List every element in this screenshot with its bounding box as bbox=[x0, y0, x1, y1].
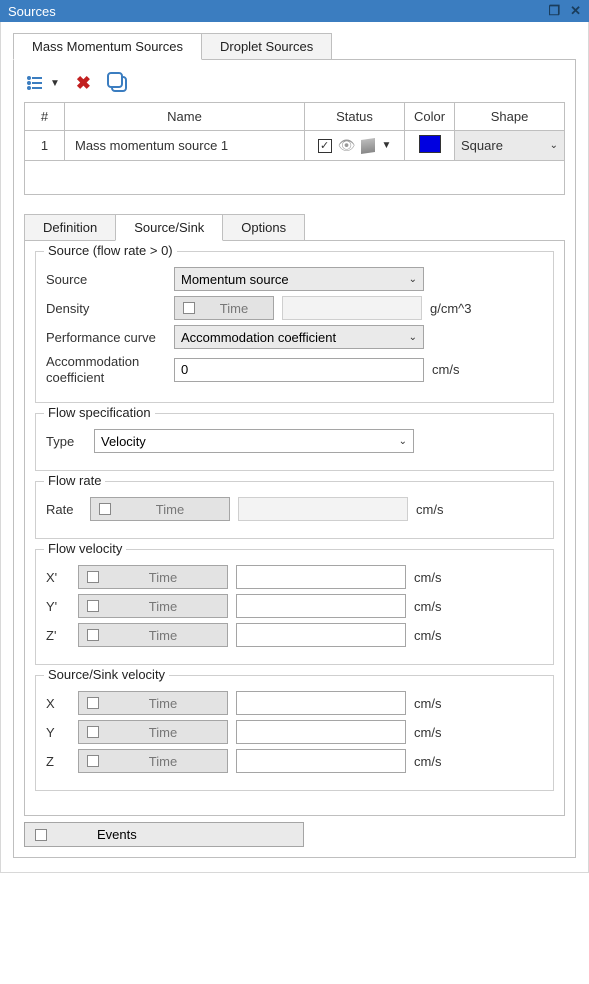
table-row[interactable]: 1 Mass momentum source 1 ✓ 👁 ▼ Squa bbox=[25, 131, 565, 161]
chevron-down-icon: ⌄ bbox=[550, 140, 558, 151]
density-time-button[interactable]: Time bbox=[174, 296, 274, 320]
sources-table: # Name Status Color Shape 1 Mass momentu… bbox=[24, 102, 565, 195]
tab-mass-momentum[interactable]: Mass Momentum Sources bbox=[13, 33, 202, 60]
top-tabs: Mass Momentum Sources Droplet Sources bbox=[13, 32, 576, 59]
accom-input[interactable]: 0 bbox=[174, 358, 424, 382]
rate-time-button[interactable]: Time bbox=[90, 497, 230, 521]
row-status: ✓ 👁 ▼ bbox=[305, 131, 405, 161]
col-shape[interactable]: Shape bbox=[455, 103, 565, 131]
tab-options[interactable]: Options bbox=[222, 214, 305, 241]
dropdown-flow-type[interactable]: Velocity ⌄ bbox=[94, 429, 414, 453]
sv-x-time-button[interactable]: Time bbox=[78, 691, 228, 715]
dropdown-perf-curve[interactable]: Accommodation coefficient ⌄ bbox=[174, 325, 424, 349]
fv-x-input[interactable] bbox=[236, 565, 406, 589]
legend-sink-velocity: Source/Sink velocity bbox=[44, 667, 169, 682]
chevron-down-icon: ⌄ bbox=[409, 274, 417, 285]
shape-value: Square bbox=[461, 138, 503, 153]
sv-x-input[interactable] bbox=[236, 691, 406, 715]
label-perf-curve: Performance curve bbox=[46, 330, 166, 345]
fv-y-time-button[interactable]: Time bbox=[78, 594, 228, 618]
toolbar: ▼ ✖ bbox=[24, 68, 565, 102]
label-accom: Accommodation coefficient bbox=[46, 354, 166, 385]
events-label: Events bbox=[97, 827, 137, 842]
col-status[interactable]: Status bbox=[305, 103, 405, 131]
row-shape[interactable]: Square ⌄ bbox=[455, 131, 565, 161]
rate-unit: cm/s bbox=[416, 502, 443, 517]
density-unit: g/cm^3 bbox=[430, 301, 472, 316]
chevron-down-icon: ⌄ bbox=[409, 332, 417, 343]
label-zprime: Z' bbox=[46, 628, 70, 643]
visibility-icon[interactable]: 👁 bbox=[338, 137, 356, 154]
legend-flow-spec: Flow specification bbox=[44, 405, 155, 420]
dropdown-source[interactable]: Momentum source ⌄ bbox=[174, 267, 424, 291]
solid-icon[interactable] bbox=[361, 138, 375, 154]
label-yprime: Y' bbox=[46, 599, 70, 614]
group-flow-rate: Flow rate Rate Time cm/s bbox=[35, 481, 554, 539]
label-xprime: X' bbox=[46, 570, 70, 585]
legend-flow-rate: Flow rate bbox=[44, 473, 105, 488]
accom-unit: cm/s bbox=[432, 362, 459, 377]
label-x: X bbox=[46, 696, 70, 711]
sv-y-input[interactable] bbox=[236, 720, 406, 744]
label-type: Type bbox=[46, 434, 86, 449]
duplicate-icon[interactable] bbox=[107, 72, 129, 94]
density-input[interactable] bbox=[282, 296, 422, 320]
group-flow-velocity: Flow velocity X' Time cm/s Y' Time cm/s … bbox=[35, 549, 554, 665]
tab-definition[interactable]: Definition bbox=[24, 214, 116, 241]
legend-source: Source (flow rate > 0) bbox=[44, 243, 177, 258]
row-color[interactable] bbox=[405, 131, 455, 161]
enable-checkbox[interactable]: ✓ bbox=[318, 139, 332, 153]
title-bar: Sources ❐ ✕ bbox=[0, 0, 589, 22]
col-num[interactable]: # bbox=[25, 103, 65, 131]
col-color[interactable]: Color bbox=[405, 103, 455, 131]
sv-z-input[interactable] bbox=[236, 749, 406, 773]
fv-z-time-button[interactable]: Time bbox=[78, 623, 228, 647]
tab-droplet[interactable]: Droplet Sources bbox=[201, 33, 332, 60]
row-name[interactable]: Mass momentum source 1 bbox=[65, 131, 305, 161]
color-swatch[interactable] bbox=[419, 135, 441, 153]
label-y: Y bbox=[46, 725, 70, 740]
fv-y-input[interactable] bbox=[236, 594, 406, 618]
sv-y-time-button[interactable]: Time bbox=[78, 720, 228, 744]
events-button[interactable]: Events bbox=[24, 822, 304, 847]
fv-z-input[interactable] bbox=[236, 623, 406, 647]
tab-source-sink[interactable]: Source/Sink bbox=[115, 214, 223, 241]
sv-z-time-button[interactable]: Time bbox=[78, 749, 228, 773]
status-dropdown-icon[interactable]: ▼ bbox=[381, 140, 391, 151]
label-source: Source bbox=[46, 272, 166, 287]
row-num: 1 bbox=[25, 131, 65, 161]
chevron-down-icon: ⌄ bbox=[399, 436, 407, 447]
group-sink-velocity: Source/Sink velocity X Time cm/s Y Time … bbox=[35, 675, 554, 791]
label-z: Z bbox=[46, 754, 70, 769]
events-checkbox[interactable] bbox=[35, 829, 47, 841]
label-density: Density bbox=[46, 301, 166, 316]
filter-icon[interactable]: ▼ bbox=[26, 75, 60, 91]
density-time-checkbox[interactable] bbox=[183, 302, 195, 314]
legend-flow-velocity: Flow velocity bbox=[44, 541, 126, 556]
close-icon[interactable]: ✕ bbox=[570, 3, 581, 19]
fv-x-time-button[interactable]: Time bbox=[78, 565, 228, 589]
delete-icon[interactable]: ✖ bbox=[76, 74, 91, 92]
rate-input[interactable] bbox=[238, 497, 408, 521]
group-flow-spec: Flow specification Type Velocity ⌄ bbox=[35, 413, 554, 471]
group-source: Source (flow rate > 0) Source Momentum s… bbox=[35, 251, 554, 403]
window-title: Sources bbox=[8, 4, 56, 19]
inner-tabs: Definition Source/Sink Options bbox=[24, 213, 565, 240]
rate-time-checkbox[interactable] bbox=[99, 503, 111, 515]
undock-icon[interactable]: ❐ bbox=[548, 3, 560, 19]
col-name[interactable]: Name bbox=[65, 103, 305, 131]
label-rate: Rate bbox=[46, 502, 82, 517]
